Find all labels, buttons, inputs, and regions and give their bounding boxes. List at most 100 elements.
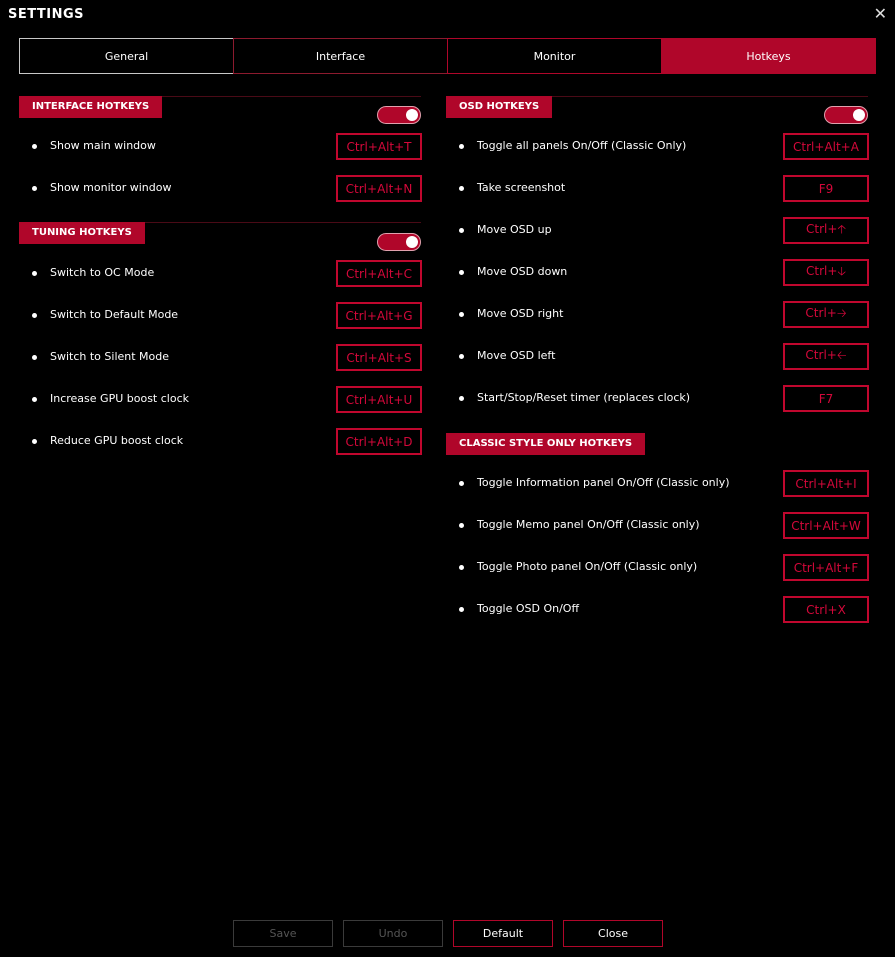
hotkey-label: Switch to Silent Mode xyxy=(50,350,170,363)
hotkey-label: Move OSD left xyxy=(477,349,556,362)
save-button[interactable]: Save xyxy=(233,920,333,947)
tab-bar: General Interface Monitor Hotkeys xyxy=(19,38,876,74)
bullet-icon xyxy=(32,355,37,360)
hotkey-input[interactable]: Ctrl+Alt+A xyxy=(783,133,869,160)
interface-hotkeys-header: INTERFACE HOTKEYS xyxy=(19,96,421,120)
hotkey-input[interactable]: Ctrl+Alt+T xyxy=(336,133,422,160)
hotkey-input[interactable]: Ctrl+🡡 xyxy=(783,217,869,244)
hotkey-input[interactable]: Ctrl+Alt+S xyxy=(336,344,422,371)
hotkey-input[interactable]: Ctrl+Alt+U xyxy=(336,386,422,413)
bullet-icon xyxy=(32,313,37,318)
hotkey-row: Move OSD left Ctrl+🡠 xyxy=(446,343,869,370)
hotkey-input[interactable]: Ctrl+Alt+G xyxy=(336,302,422,329)
hotkey-row: Start/Stop/Reset timer (replaces clock) F… xyxy=(446,385,869,412)
hotkey-label: Toggle Photo panel On/Off (Classic only) xyxy=(477,560,698,573)
toggle-knob xyxy=(853,109,865,121)
hotkey-label: Move OSD down xyxy=(477,265,568,278)
toggle-knob xyxy=(406,236,418,248)
hotkey-input[interactable]: Ctrl+Alt+I xyxy=(783,470,869,497)
tab-general[interactable]: General xyxy=(19,38,234,74)
hotkey-input[interactable]: Ctrl+🡢 xyxy=(783,301,869,328)
osd-hotkeys-header: OSD HOTKEYS xyxy=(446,96,868,120)
hotkey-input[interactable]: Ctrl+Alt+C xyxy=(336,260,422,287)
hotkey-row: Move OSD right Ctrl+🡢 xyxy=(446,301,869,328)
hotkey-label: Start/Stop/Reset timer (replaces clock) xyxy=(477,391,691,404)
title-bar: SETTINGS ✕ xyxy=(0,0,895,30)
bullet-icon xyxy=(459,186,464,191)
hotkey-input[interactable]: Ctrl+Alt+W xyxy=(783,512,869,539)
tab-hotkeys[interactable]: Hotkeys xyxy=(661,38,876,74)
hotkey-row: Toggle Photo panel On/Off (Classic only)… xyxy=(446,554,869,581)
interface-hotkeys-toggle[interactable] xyxy=(377,106,421,124)
osd-hotkeys-title: OSD HOTKEYS xyxy=(446,96,553,118)
hotkey-row: Move OSD down Ctrl+🡣 xyxy=(446,259,869,286)
tab-interface[interactable]: Interface xyxy=(233,38,448,74)
bullet-icon xyxy=(459,228,464,233)
bullet-icon xyxy=(459,565,464,570)
bullet-icon xyxy=(32,271,37,276)
bullet-icon xyxy=(459,396,464,401)
undo-button[interactable]: Undo xyxy=(343,920,443,947)
osd-hotkeys-toggle[interactable] xyxy=(824,106,868,124)
hotkey-input[interactable]: Ctrl+Alt+F xyxy=(783,554,869,581)
hotkey-label: Move OSD up xyxy=(477,223,552,236)
tuning-hotkeys-header: TUNING HOTKEYS xyxy=(19,222,421,246)
bullet-icon xyxy=(459,144,464,149)
bullet-icon xyxy=(459,523,464,528)
hotkey-row: Show monitor window Ctrl+Alt+N xyxy=(19,175,422,202)
hotkey-row: Toggle all panels On/Off (Classic Only) C… xyxy=(446,133,869,160)
bullet-icon xyxy=(32,186,37,191)
hotkey-label: Take screenshot xyxy=(477,181,566,194)
bullet-icon xyxy=(459,354,464,359)
hotkey-row: Switch to Silent Mode Ctrl+Alt+S xyxy=(19,344,422,371)
toggle-knob xyxy=(406,109,418,121)
bullet-icon xyxy=(32,397,37,402)
hotkey-label: Switch to OC Mode xyxy=(50,266,155,279)
classic-hotkeys-section: CLASSIC STYLE ONLY HOTKEYS Toggle Inform… xyxy=(446,433,869,633)
bullet-icon xyxy=(459,312,464,317)
hotkey-label: Show main window xyxy=(50,139,156,152)
hotkey-label: Show monitor window xyxy=(50,181,172,194)
hotkey-label: Increase GPU boost clock xyxy=(50,392,189,405)
tuning-hotkeys-toggle[interactable] xyxy=(377,233,421,251)
bullet-icon xyxy=(459,481,464,486)
hotkey-row: Take screenshot F9 xyxy=(446,175,869,202)
hotkey-input[interactable]: F9 xyxy=(783,175,869,202)
hotkey-row: Show main window Ctrl+Alt+T xyxy=(19,133,422,160)
hotkey-label: Reduce GPU boost clock xyxy=(50,434,184,447)
hotkey-label: Toggle all panels On/Off (Classic Only) xyxy=(477,139,687,152)
hotkey-input[interactable]: F7 xyxy=(783,385,869,412)
hotkey-input[interactable]: Ctrl+🡣 xyxy=(783,259,869,286)
tab-monitor[interactable]: Monitor xyxy=(447,38,662,74)
window-title: SETTINGS xyxy=(8,7,85,22)
tuning-hotkeys-title: TUNING HOTKEYS xyxy=(19,222,145,244)
hotkey-input[interactable]: Ctrl+X xyxy=(783,596,869,623)
hotkey-row: Switch to Default Mode Ctrl+Alt+G xyxy=(19,302,422,329)
close-button[interactable]: Close xyxy=(563,920,663,947)
bullet-icon xyxy=(32,439,37,444)
hotkey-label: Toggle Memo panel On/Off (Classic only) xyxy=(477,518,700,531)
hotkey-input[interactable]: Ctrl+Alt+N xyxy=(336,175,422,202)
interface-hotkeys-section: INTERFACE HOTKEYS Show main window Ctrl+A… xyxy=(19,96,422,216)
hotkey-row: Toggle OSD On/Off Ctrl+X xyxy=(446,596,869,623)
hotkey-label: Toggle Information panel On/Off (Classic… xyxy=(477,476,730,489)
hotkey-row: Toggle Information panel On/Off (Classic… xyxy=(446,470,869,497)
hotkey-input[interactable]: Ctrl+🡠 xyxy=(783,343,869,370)
classic-hotkeys-header: CLASSIC STYLE ONLY HOTKEYS xyxy=(446,433,868,457)
bullet-icon xyxy=(32,144,37,149)
default-button[interactable]: Default xyxy=(453,920,553,947)
hotkey-row: Reduce GPU boost clock Ctrl+Alt+D xyxy=(19,428,422,455)
hotkey-row: Switch to OC Mode Ctrl+Alt+C xyxy=(19,260,422,287)
hotkey-label: Toggle OSD On/Off xyxy=(477,602,580,615)
bullet-icon xyxy=(459,607,464,612)
hotkey-row: Toggle Memo panel On/Off (Classic only) C… xyxy=(446,512,869,539)
close-icon[interactable]: ✕ xyxy=(874,4,887,23)
classic-hotkeys-title: CLASSIC STYLE ONLY HOTKEYS xyxy=(446,433,646,455)
osd-hotkeys-section: OSD HOTKEYS Toggle all panels On/Off (Cl… xyxy=(446,96,869,416)
hotkey-row: Move OSD up Ctrl+🡡 xyxy=(446,217,869,244)
interface-hotkeys-title: INTERFACE HOTKEYS xyxy=(19,96,163,118)
tuning-hotkeys-section: TUNING HOTKEYS Switch to OC Mode Ctrl+Alt… xyxy=(19,222,422,462)
hotkey-input[interactable]: Ctrl+Alt+D xyxy=(336,428,422,455)
hotkey-row: Increase GPU boost clock Ctrl+Alt+U xyxy=(19,386,422,413)
bullet-icon xyxy=(459,270,464,275)
